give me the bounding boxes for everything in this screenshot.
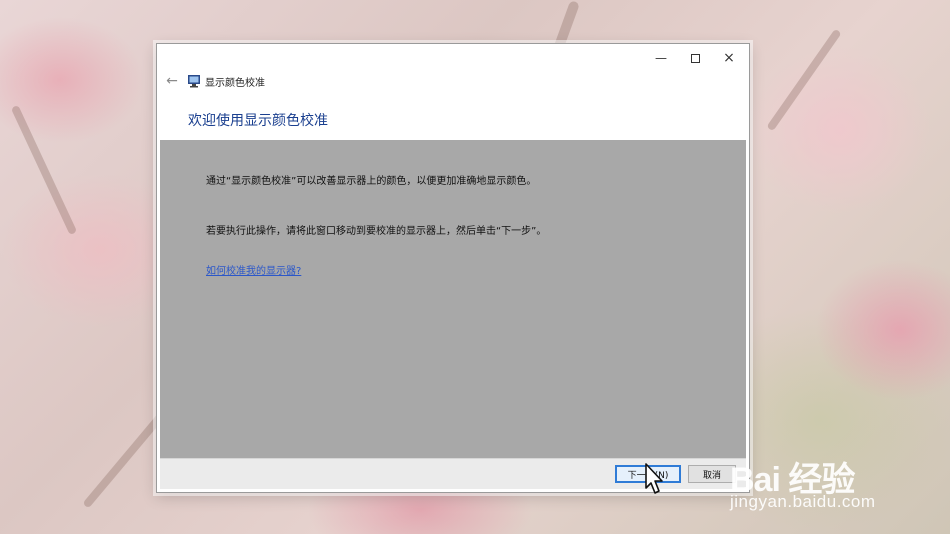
background-branch (82, 411, 166, 509)
minimize-icon: — (655, 51, 667, 65)
wizard-content: 通过“显示颜色校准”可以改善显示器上的颜色，以便更加准确地显示颜色。 若要执行此… (160, 140, 746, 458)
intro-text: 通过“显示颜色校准”可以改善显示器上的颜色，以便更加准确地显示颜色。 (206, 176, 537, 187)
navigation-row: ← 显示颜色校准 (157, 72, 749, 94)
help-link[interactable]: 如何校准我的显示器? (206, 262, 301, 277)
back-button[interactable]: ← (164, 73, 180, 89)
background-branch (10, 104, 78, 236)
close-icon: × (723, 50, 735, 66)
watermark-site: jingyan.baidu.com (730, 492, 876, 511)
instruction-text: 若要执行此操作，请将此窗口移动到要校准的显示器上，然后单击“下一步”。 (206, 226, 547, 237)
back-arrow-icon: ← (166, 73, 178, 89)
mouse-pointer-icon (645, 463, 663, 494)
maximize-button[interactable] (678, 44, 712, 72)
maximize-icon (690, 53, 700, 63)
window-title: 显示颜色校准 (205, 78, 265, 89)
title-bar[interactable]: — × (157, 44, 749, 72)
minimize-button[interactable]: — (644, 44, 678, 72)
background-branch (766, 28, 842, 132)
baidu-watermark: Bai 经验 jingyan.baidu.com (726, 452, 926, 522)
monitor-icon (188, 75, 200, 88)
page-title: 欢迎使用显示颜色校准 (188, 113, 328, 129)
close-button[interactable]: × (712, 44, 746, 72)
calibration-window: — × ← 显示颜色校准 欢迎使用显示颜色校准 通过“显示颜色校准”可以改善显示… (156, 43, 750, 493)
